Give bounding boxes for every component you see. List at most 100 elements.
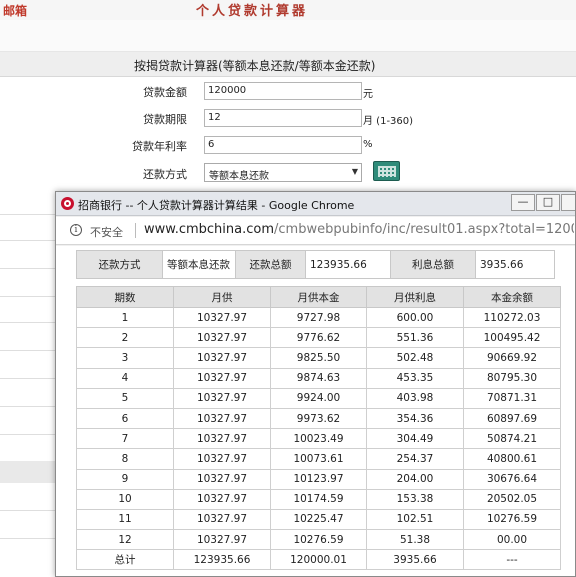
table-cell: 9776.62 (270, 327, 367, 349)
table-row: 11 10327.97 10225.47 102.51 10276.59 (76, 508, 561, 531)
table-cell: 551.36 (366, 327, 464, 349)
table-cell: 5 (76, 387, 174, 409)
divider (135, 223, 136, 238)
repayment-table: 期数 月供 月供本金 月供利息 本金余额 1 10327.97 9727.98 600… (76, 286, 561, 571)
divider (0, 510, 55, 511)
table-cell: 9874.63 (270, 367, 367, 389)
table-cell: 10327.97 (173, 428, 271, 450)
table-cell: 10276.59 (270, 529, 367, 551)
table-cell: 10327.97 (173, 529, 271, 551)
url-text[interactable]: www.cmbchina.com/cmbwebpubinfo/inc/resul… (144, 222, 574, 237)
table-cell: 11 (76, 508, 174, 531)
summary-table: 还款方式 等额本息还款 还款总额 123935.66 利息总额 3935.66 (76, 250, 555, 279)
table-row: 8 10327.97 10073.61 254.37 40800.61 (76, 448, 561, 470)
column-header: 月供本金 (270, 286, 367, 308)
table-cell: 2 (76, 327, 174, 349)
table-cell: 总计 (76, 549, 174, 571)
table-cell: 7 (76, 428, 174, 450)
summary-total-value: 123935.66 (305, 250, 391, 279)
table-cell: 502.48 (366, 347, 464, 369)
window-titlebar[interactable]: 招商银行 -- 个人贷款计算器计算结果 - Google Chrome — □ (56, 192, 575, 216)
result-popup-window[interactable]: 招商银行 -- 个人贷款计算器计算结果 - Google Chrome — □ … (55, 191, 576, 577)
table-cell: 354.36 (366, 407, 464, 430)
table-cell: 10327.97 (173, 488, 271, 510)
chevron-down-icon: ▼ (351, 167, 358, 176)
table-cell: 50874.21 (463, 428, 561, 450)
table-cell: 10225.47 (270, 508, 367, 531)
summary-method-label: 还款方式 (76, 250, 163, 279)
divider (0, 214, 55, 215)
method-select-value: 等额本息还款 (209, 171, 269, 182)
table-cell: 9924.00 (270, 387, 367, 409)
term-unit: 月 (1-360) (363, 116, 414, 127)
table-cell: 40800.61 (463, 448, 561, 470)
window-title: 招商银行 -- 个人贷款计算器计算结果 - Google Chrome (78, 199, 355, 212)
summary-interest-value: 3935.66 (475, 250, 555, 279)
table-row: 12 10327.97 10276.59 51.38 00.00 (76, 529, 561, 551)
divider (0, 538, 55, 539)
mail-logo[interactable]: 邮箱 (3, 2, 27, 19)
table-cell: 10327.97 (173, 448, 271, 470)
table-cell: 3 (76, 347, 174, 369)
maximize-button[interactable]: □ (536, 194, 560, 211)
divider (0, 240, 55, 241)
security-status[interactable]: 不安全 (90, 224, 123, 240)
table-cell: 6 (76, 407, 174, 430)
divider (0, 350, 55, 351)
amount-input[interactable]: 120000 (204, 82, 362, 100)
table-row: 6 10327.97 9973.62 354.36 60897.69 (76, 407, 561, 430)
table-cell: 30676.64 (463, 468, 561, 490)
table-row: 9 10327.97 10123.97 204.00 30676.64 (76, 468, 561, 490)
table-cell: 00.00 (463, 529, 561, 551)
table-cell: 10327.97 (173, 387, 271, 409)
info-icon[interactable]: i (70, 224, 82, 236)
term-input[interactable]: 12 (204, 109, 362, 127)
table-cell: 1 (76, 306, 174, 329)
table-header-row: 期数 月供 月供本金 月供利息 本金余额 (76, 286, 561, 308)
term-label: 贷款期限 (143, 113, 187, 126)
table-row: 3 10327.97 9825.50 502.48 90669.92 (76, 347, 561, 369)
table-cell: 102.51 (366, 508, 464, 531)
table-cell: 120000.01 (270, 549, 367, 571)
page-title: 个人贷款计算器 (196, 4, 309, 19)
table-cell: 60897.69 (463, 407, 561, 430)
header-band (0, 20, 576, 52)
divider (0, 322, 55, 323)
table-cell: 10 (76, 488, 174, 510)
table-cell: 10327.97 (173, 306, 271, 329)
url-host: www.cmbchina.com (144, 222, 274, 237)
rate-input[interactable]: 6 (204, 136, 362, 154)
table-cell: 10174.59 (270, 488, 367, 510)
calculator-icon[interactable] (373, 161, 400, 181)
column-header: 期数 (76, 286, 174, 308)
table-cell: 10327.97 (173, 367, 271, 389)
column-header: 本金余额 (463, 286, 561, 308)
summary-method-value: 等额本息还款 (162, 250, 236, 279)
table-cell: 10123.97 (270, 468, 367, 490)
rate-unit: % (363, 139, 373, 150)
table-cell: 51.38 (366, 529, 464, 551)
table-row: 10 10327.97 10174.59 153.38 20502.05 (76, 488, 561, 510)
table-cell: 70871.31 (463, 387, 561, 409)
table-cell: 3935.66 (366, 549, 464, 571)
table-cell: 10023.49 (270, 428, 367, 450)
table-row: 4 10327.97 9874.63 453.35 80795.30 (76, 367, 561, 389)
table-cell: 600.00 (366, 306, 464, 329)
summary-interest-label: 利息总额 (390, 250, 476, 279)
table-cell: 90669.92 (463, 347, 561, 369)
amount-unit: 元 (363, 89, 373, 100)
table-cell: 204.00 (366, 468, 464, 490)
table-cell: 254.37 (366, 448, 464, 470)
close-button[interactable] (561, 194, 575, 211)
divider (0, 268, 55, 269)
table-row: 1 10327.97 9727.98 600.00 110272.03 (76, 306, 561, 329)
table-cell: 403.98 (366, 387, 464, 409)
table-cell: 9973.62 (270, 407, 367, 430)
table-cell: 9825.50 (270, 347, 367, 369)
table-cell: 304.49 (366, 428, 464, 450)
table-cell: 10073.61 (270, 448, 367, 470)
method-select[interactable]: 等额本息还款 ▼ (204, 163, 362, 182)
address-bar[interactable]: i 不安全 www.cmbchina.com/cmbwebpubinfo/inc… (56, 217, 575, 245)
minimize-button[interactable]: — (511, 194, 535, 211)
divider (0, 296, 55, 297)
